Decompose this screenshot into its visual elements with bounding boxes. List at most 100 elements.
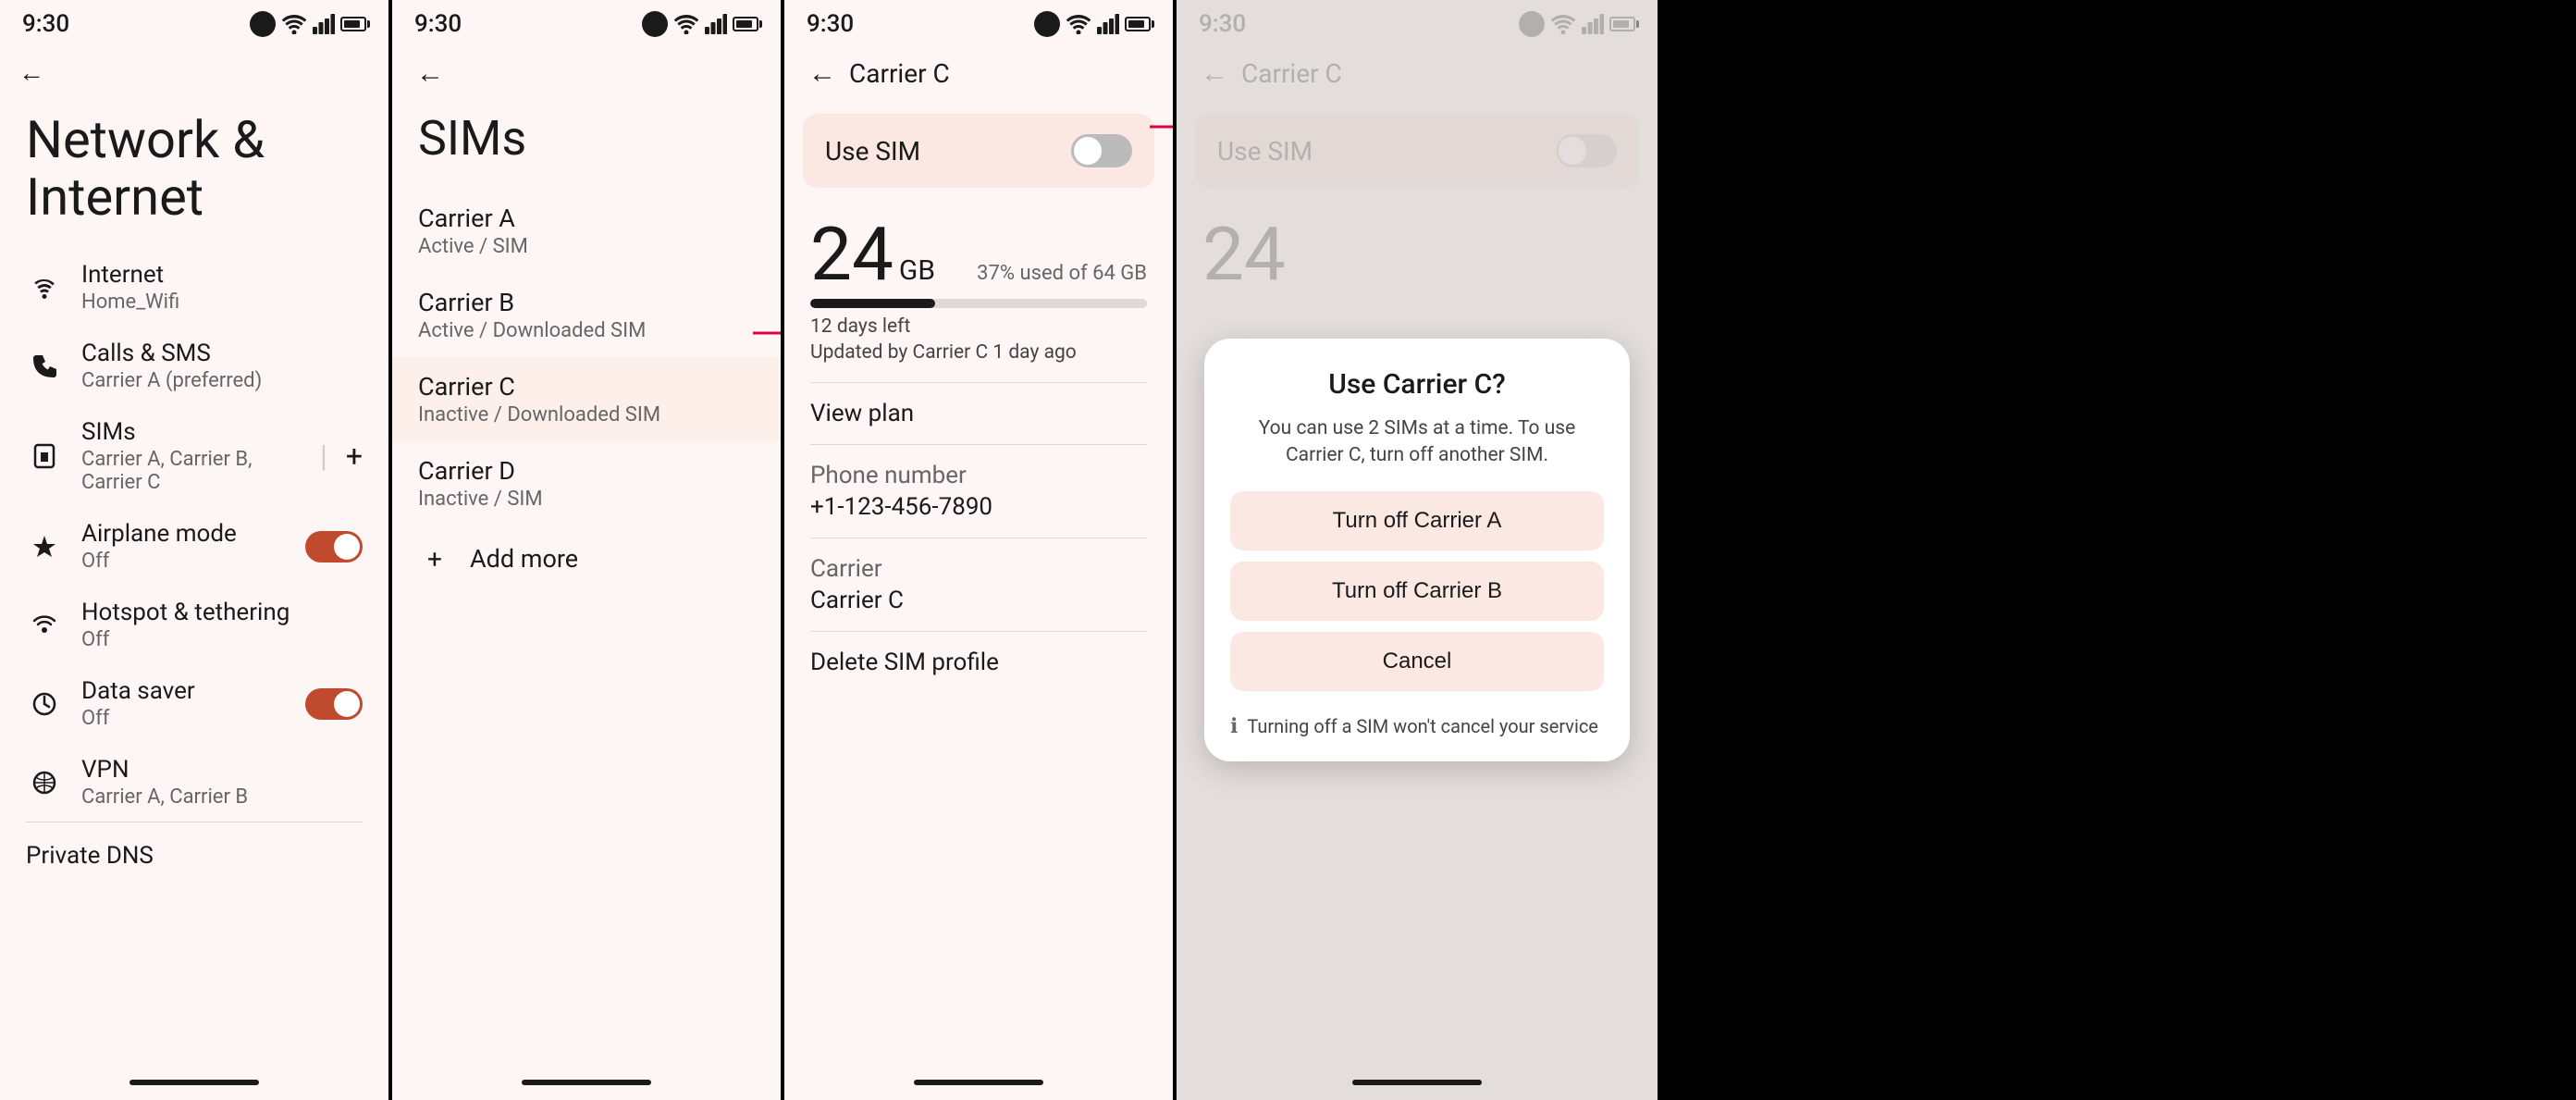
datasaver-toggle[interactable]: [305, 688, 363, 720]
carrier-c-page-title: Carrier C: [849, 58, 950, 89]
carrier-b-sublabel: Active / Downloaded SIM: [418, 319, 755, 342]
back-button-1[interactable]: ←: [0, 44, 388, 101]
list-item-internet[interactable]: Internet Home_Wifi: [0, 248, 388, 327]
status-time-1: 9:30: [22, 10, 69, 38]
use-sim-label: Use SIM: [825, 136, 1071, 167]
data-unit: GB: [899, 254, 935, 287]
cancel-button[interactable]: Cancel: [1230, 632, 1604, 691]
sims-text: SIMs Carrier A, Carrier B, Carrier C: [81, 418, 313, 494]
days-left: 12 days left: [810, 315, 1147, 338]
camera-dot-1: [250, 11, 276, 37]
list-item-datasaver[interactable]: Data saver Off: [0, 664, 388, 743]
status-time-2: 9:30: [414, 10, 462, 38]
panel-dialog: 9:30 ← Carrier C Use SIM 24: [1177, 0, 1658, 1100]
calls-sms-sublabel: Carrier A (preferred): [81, 369, 363, 392]
delete-sim-item[interactable]: Delete SIM profile: [784, 632, 1173, 693]
status-time-3: 9:30: [807, 10, 854, 38]
carrier-a-item[interactable]: Carrier A Active / SIM: [392, 189, 781, 273]
turn-off-carrier-b-button[interactable]: Turn off Carrier B: [1230, 562, 1604, 621]
list-item-privatedns[interactable]: Private DNS: [0, 822, 388, 889]
airplane-toggle-thumb: [334, 534, 360, 560]
dialog-footer-text: Turning off a SIM won't cancel your serv…: [1247, 713, 1598, 739]
wifi-icon-3: [1066, 14, 1091, 34]
battery-icon-3: [1125, 17, 1151, 31]
turn-off-carrier-a-button[interactable]: Turn off Carrier A: [1230, 491, 1604, 550]
camera-dot-2: [642, 11, 668, 37]
use-carrier-c-dialog: Use Carrier C? You can use 2 SIMs at a t…: [1204, 339, 1630, 762]
add-more-label: Add more: [470, 544, 578, 574]
carrier-b-label: Carrier B: [418, 288, 755, 317]
signal-icon-2: [705, 14, 727, 34]
vpn-text: VPN Carrier A, Carrier B: [81, 756, 363, 809]
list-item-vpn[interactable]: VPN Carrier A, Carrier B: [0, 743, 388, 822]
back-row-2: ←: [392, 44, 781, 99]
airplane-sublabel: Off: [81, 550, 305, 573]
vpn-label: VPN: [81, 756, 363, 784]
carrier-c-sublabel: Inactive / Downloaded SIM: [418, 403, 755, 426]
carrier-b-item[interactable]: Carrier B Active / Downloaded SIM: [392, 273, 781, 357]
airplane-text: Airplane mode Off: [81, 520, 305, 573]
add-more-item[interactable]: + Add more: [392, 525, 781, 592]
carrier-d-sublabel: Inactive / SIM: [418, 488, 755, 511]
use-sim-toggle-thumb: [1074, 137, 1102, 165]
carrier-b-text: Carrier B Active / Downloaded SIM: [418, 288, 755, 342]
carrier-item-value: Carrier C: [810, 587, 1147, 614]
internet-label: Internet: [81, 261, 363, 289]
battery-icon-1: [340, 17, 366, 31]
camera-dot-3: [1034, 11, 1060, 37]
page-title-1: Network & Internet: [0, 101, 388, 248]
datasaver-text: Data saver Off: [81, 677, 305, 730]
view-plan-label: View plan: [810, 400, 1147, 427]
home-indicator-2: [522, 1080, 651, 1085]
battery-icon-2: [733, 17, 758, 31]
use-sim-toggle[interactable]: [1071, 134, 1132, 167]
status-bar-2: 9:30: [392, 0, 781, 44]
back-button-2[interactable]: ←: [411, 52, 450, 95]
datasaver-sublabel: Off: [81, 707, 305, 730]
carrier-d-item[interactable]: Carrier D Inactive / SIM: [392, 441, 781, 525]
sims-label: SIMs: [81, 418, 313, 446]
carrier-d-text: Carrier D Inactive / SIM: [418, 456, 755, 511]
airplane-icon: [26, 528, 63, 565]
sims-sublabel: Carrier A, Carrier B, Carrier C: [81, 448, 313, 494]
wifi-icon-2: [673, 14, 699, 34]
sims-page-title: SIMs: [392, 99, 781, 189]
carrier-d-label: Carrier D: [418, 456, 755, 486]
dialog-overlay: Use Carrier C? You can use 2 SIMs at a t…: [1177, 0, 1658, 1100]
status-icons-1: [250, 11, 366, 37]
back-arrow-1: ←: [18, 57, 44, 88]
view-plan-item[interactable]: View plan: [784, 383, 1173, 444]
back-row-3: ← Carrier C: [784, 44, 1173, 99]
hotspot-icon: [26, 607, 63, 644]
list-item-hotspot[interactable]: Hotspot & tethering Off: [0, 586, 388, 664]
carrier-c-item[interactable]: Carrier C Inactive / Downloaded SIM: [392, 357, 781, 441]
back-button-3[interactable]: ←: [803, 52, 842, 95]
panel-carrier-c: 9:30 ← Carrier C Use SIM 24 GB 37% used …: [784, 0, 1173, 1100]
phone-number-value: +1-123-456-7890: [810, 493, 1147, 521]
internet-sublabel: Home_Wifi: [81, 290, 363, 314]
sim-icon: [26, 438, 63, 475]
status-icons-3: [1034, 11, 1151, 37]
panel-network-internet: 9:30 ← Network & Internet Internet Home_…: [0, 0, 388, 1100]
status-bar-1: 9:30: [0, 0, 388, 44]
data-big-row: 24 GB 37% used of 64 GB: [810, 217, 1147, 291]
airplane-toggle[interactable]: [305, 531, 363, 562]
add-sim-button[interactable]: +: [346, 439, 363, 474]
info-icon: ℹ: [1230, 715, 1238, 738]
carrier-item-label: Carrier: [810, 555, 1147, 583]
pipe-separator: |: [320, 439, 327, 474]
carrier-c-label: Carrier C: [418, 372, 755, 402]
data-usage-row: 24 GB 37% used of 64 GB 12 days left Upd…: [784, 203, 1173, 371]
datasaver-label: Data saver: [81, 677, 305, 705]
data-percent: 37% used of 64 GB: [977, 262, 1147, 285]
privatedns-text: Private DNS: [26, 842, 363, 870]
data-bar-container: [810, 299, 1147, 308]
list-item-sims[interactable]: SIMs Carrier A, Carrier B, Carrier C | +: [0, 405, 388, 507]
home-indicator-3: [914, 1080, 1043, 1085]
use-sim-row: Use SIM: [803, 114, 1154, 188]
carrier-a-label: Carrier A: [418, 204, 755, 233]
list-item-calls-sms[interactable]: Calls & SMS Carrier A (preferred): [0, 327, 388, 405]
dialog-title: Use Carrier C?: [1230, 368, 1604, 401]
list-item-airplane[interactable]: Airplane mode Off: [0, 507, 388, 586]
internet-text: Internet Home_Wifi: [81, 261, 363, 314]
